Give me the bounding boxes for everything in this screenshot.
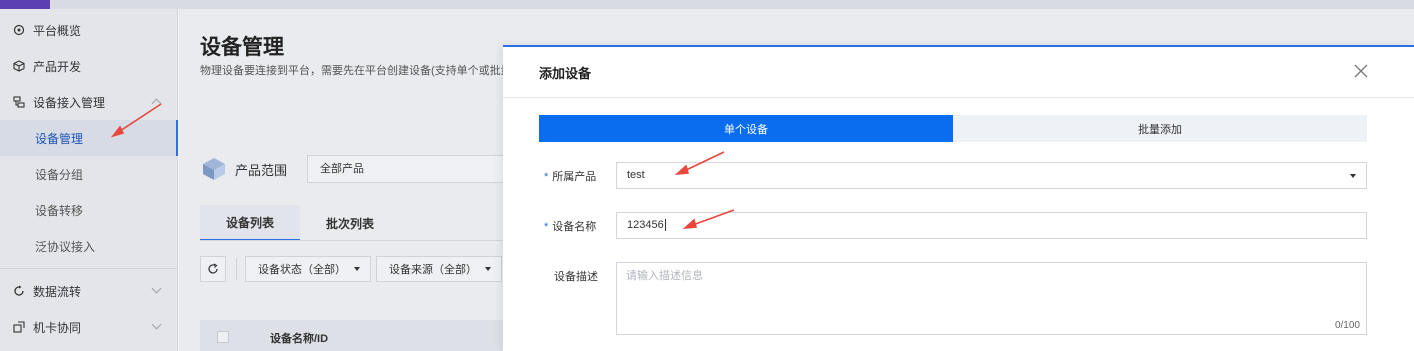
device-status-filter[interactable]: 设备状态（全部） [245,256,371,282]
segment-label: 批量添加 [1138,123,1182,136]
sidebar-item-card-sync[interactable]: 机卡协同 [0,309,178,345]
sidebar-divider [0,268,178,269]
refresh-icon [208,263,218,274]
sidebar-subitem-label: 泛协议接入 [35,239,96,254]
cube-icon [13,60,25,72]
sidebar-item-device-access[interactable]: 设备接入管理 [0,84,178,120]
sidebar-subitem-label: 设备管理 [35,131,84,146]
page-description: 物理设备要连接到平台，需要先在平台创建设备(支持单个或批量 [200,65,512,77]
field-label-text: 设备名称 [552,221,597,233]
product-field-label: * 所属产品 [544,168,596,184]
page-title: 设备管理 [200,36,284,59]
product-select-value: test [627,169,645,181]
sidebar-subitem-device-transfer[interactable]: 设备转移 [0,192,178,228]
data-flow-icon [14,285,24,296]
device-tabs: 设备列表 批次列表 [200,205,400,241]
segment-label: 单个设备 [724,123,768,136]
select-all-checkbox[interactable] [217,331,229,343]
segment-batch-add[interactable]: 批量添加 [953,115,1367,142]
sidebar-item-overview[interactable]: 平台概览 [0,12,178,48]
sidebar-item-label: 平台概览 [33,23,82,38]
product-scope-label: 产品范围 [235,163,288,178]
dashboard-icon [13,24,25,36]
table-header: 设备名称/ID [200,320,520,351]
device-desc-field-label: 设备描述 [554,268,598,284]
device-source-filter[interactable]: 设备来源（全部） [376,256,502,282]
device-access-icon [13,96,25,108]
sidebar-subitem-label: 设备转移 [35,203,84,218]
brand-logo[interactable] [0,0,50,9]
sidebar-item-data-flow[interactable]: 数据流转 [0,273,178,309]
card-sync-icon [13,321,25,333]
product-scope-select[interactable]: 全部产品 [307,155,507,183]
sidebar-item-label: 产品开发 [33,59,82,74]
sidebar-subitem-device-management[interactable]: 设备管理 [0,120,178,156]
device-name-value: 123456 [627,219,664,231]
required-mark: * [544,221,549,233]
product-select[interactable]: test [616,162,1367,189]
sidebar-subitem-generic-protocol[interactable]: 泛协议接入 [0,228,178,264]
required-mark: * [544,171,549,183]
chevron-up-icon [151,98,162,109]
top-bar [0,0,1414,9]
sidebar-item-label: 数据流转 [33,284,82,299]
product-scope-icon [203,158,225,180]
segment-single-device[interactable]: 单个设备 [539,115,953,142]
chevron-down-icon [151,283,162,294]
tab-label: 设备列表 [226,215,275,230]
field-label-text: 所属产品 [552,171,597,183]
caret-down-icon [485,267,491,271]
filter-divider [236,258,237,280]
sidebar-item-product-dev[interactable]: 产品开发 [0,48,178,84]
tab-batch-list[interactable]: 批次列表 [300,205,400,241]
sidebar-item-label: 设备接入管理 [33,95,106,110]
add-mode-segmented: 单个设备 批量添加 [539,115,1367,142]
filter-label: 设备来源（全部） [389,264,477,276]
modal-header-divider [503,97,1414,98]
sidebar-subitem-label: 设备分组 [35,167,84,182]
filter-label: 设备状态（全部） [258,264,346,276]
chevron-down-icon [151,319,162,330]
refresh-button[interactable] [200,256,226,282]
tab-device-list[interactable]: 设备列表 [200,205,301,241]
tabs-underline [200,240,520,241]
add-device-modal: 添加设备 单个设备 批量添加 * 所属产品 test * 设备名称 123456 设… [503,45,1414,351]
sidebar-item-label: 机卡协同 [33,320,82,335]
textarea-placeholder: 请输入描述信息 [626,270,703,282]
sidebar: 平台概览 产品开发 设备接入管理 设备管理 设备分组 设备转移 泛协议接入 数据… [0,9,178,351]
column-header-device-name: 设备名称/ID [270,333,329,345]
filter-bar: 设备状态（全部） 设备来源（全部） [200,256,507,282]
caret-down-icon [354,267,360,271]
tab-label: 批次列表 [326,216,375,231]
sidebar-subitem-device-group[interactable]: 设备分组 [0,156,178,192]
modal-title: 添加设备 [539,66,592,81]
caret-down-icon [1350,174,1356,178]
char-counter: 0/100 [1334,320,1360,331]
device-name-field-label: * 设备名称 [544,218,596,234]
field-label-text: 设备描述 [554,271,598,283]
text-cursor [664,219,666,232]
device-description-textarea[interactable]: 请输入描述信息 0/100 [616,262,1367,335]
device-name-input[interactable]: 123456 [616,212,1367,239]
close-icon[interactable] [1354,64,1368,78]
